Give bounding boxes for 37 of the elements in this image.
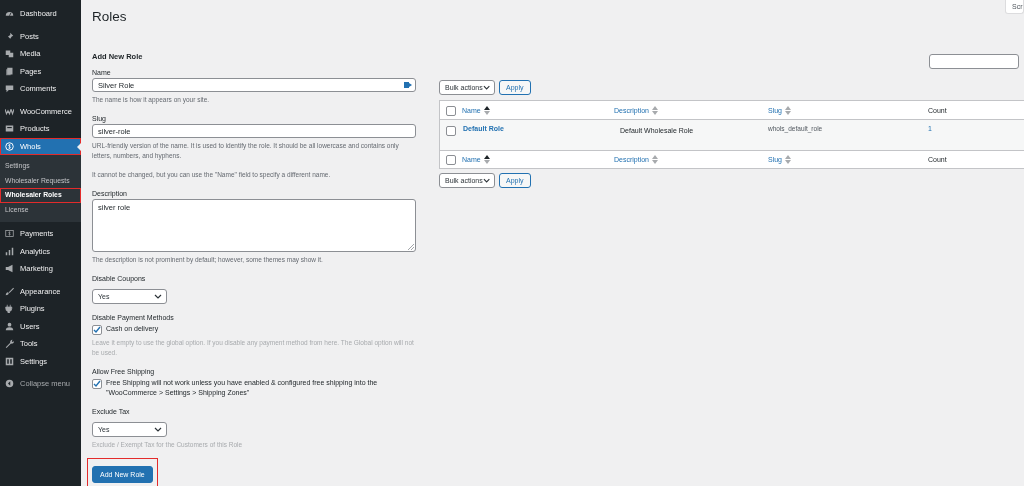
pushpin-icon	[5, 31, 14, 41]
chevron-down-icon	[154, 293, 162, 300]
archive-icon	[5, 124, 14, 134]
paintbrush-icon	[5, 286, 14, 296]
dollar-box-icon	[5, 229, 14, 239]
sort-arrows-icon	[652, 105, 658, 115]
gauge-icon	[5, 9, 14, 19]
checkmark-icon	[93, 380, 101, 388]
speech-bubble-icon	[5, 84, 14, 94]
wrench-icon	[5, 339, 14, 349]
search-field[interactable]	[929, 54, 1019, 69]
checkbox[interactable]	[92, 379, 102, 389]
chevron-down-icon	[482, 177, 490, 184]
sorted-up-icon	[483, 105, 490, 115]
checkmark-icon	[93, 326, 101, 334]
chevron-down-icon	[154, 426, 162, 433]
chevron-down-icon	[482, 84, 490, 91]
checkbox[interactable]	[92, 325, 102, 335]
megaphone-icon	[5, 264, 14, 274]
sorted-up-icon	[483, 155, 490, 164]
checkbox[interactable]	[446, 126, 456, 136]
collapse-circle-icon	[5, 379, 14, 389]
dollar-circle-icon	[5, 141, 14, 151]
user-icon	[5, 321, 14, 331]
checkbox[interactable]	[446, 155, 456, 165]
sort-arrows-icon	[785, 105, 791, 115]
sliders-icon	[5, 356, 14, 366]
pages-icon	[5, 66, 14, 76]
resize-handle-icon	[408, 244, 414, 250]
plug-icon	[5, 304, 14, 314]
bar-chart-icon	[5, 246, 14, 256]
sort-arrows-icon	[652, 155, 658, 164]
media-icon	[5, 49, 14, 59]
page-title: Roles	[92, 9, 127, 24]
woo-icon	[5, 106, 14, 116]
sort-arrows-icon	[785, 155, 791, 164]
checkbox[interactable]	[446, 105, 456, 116]
